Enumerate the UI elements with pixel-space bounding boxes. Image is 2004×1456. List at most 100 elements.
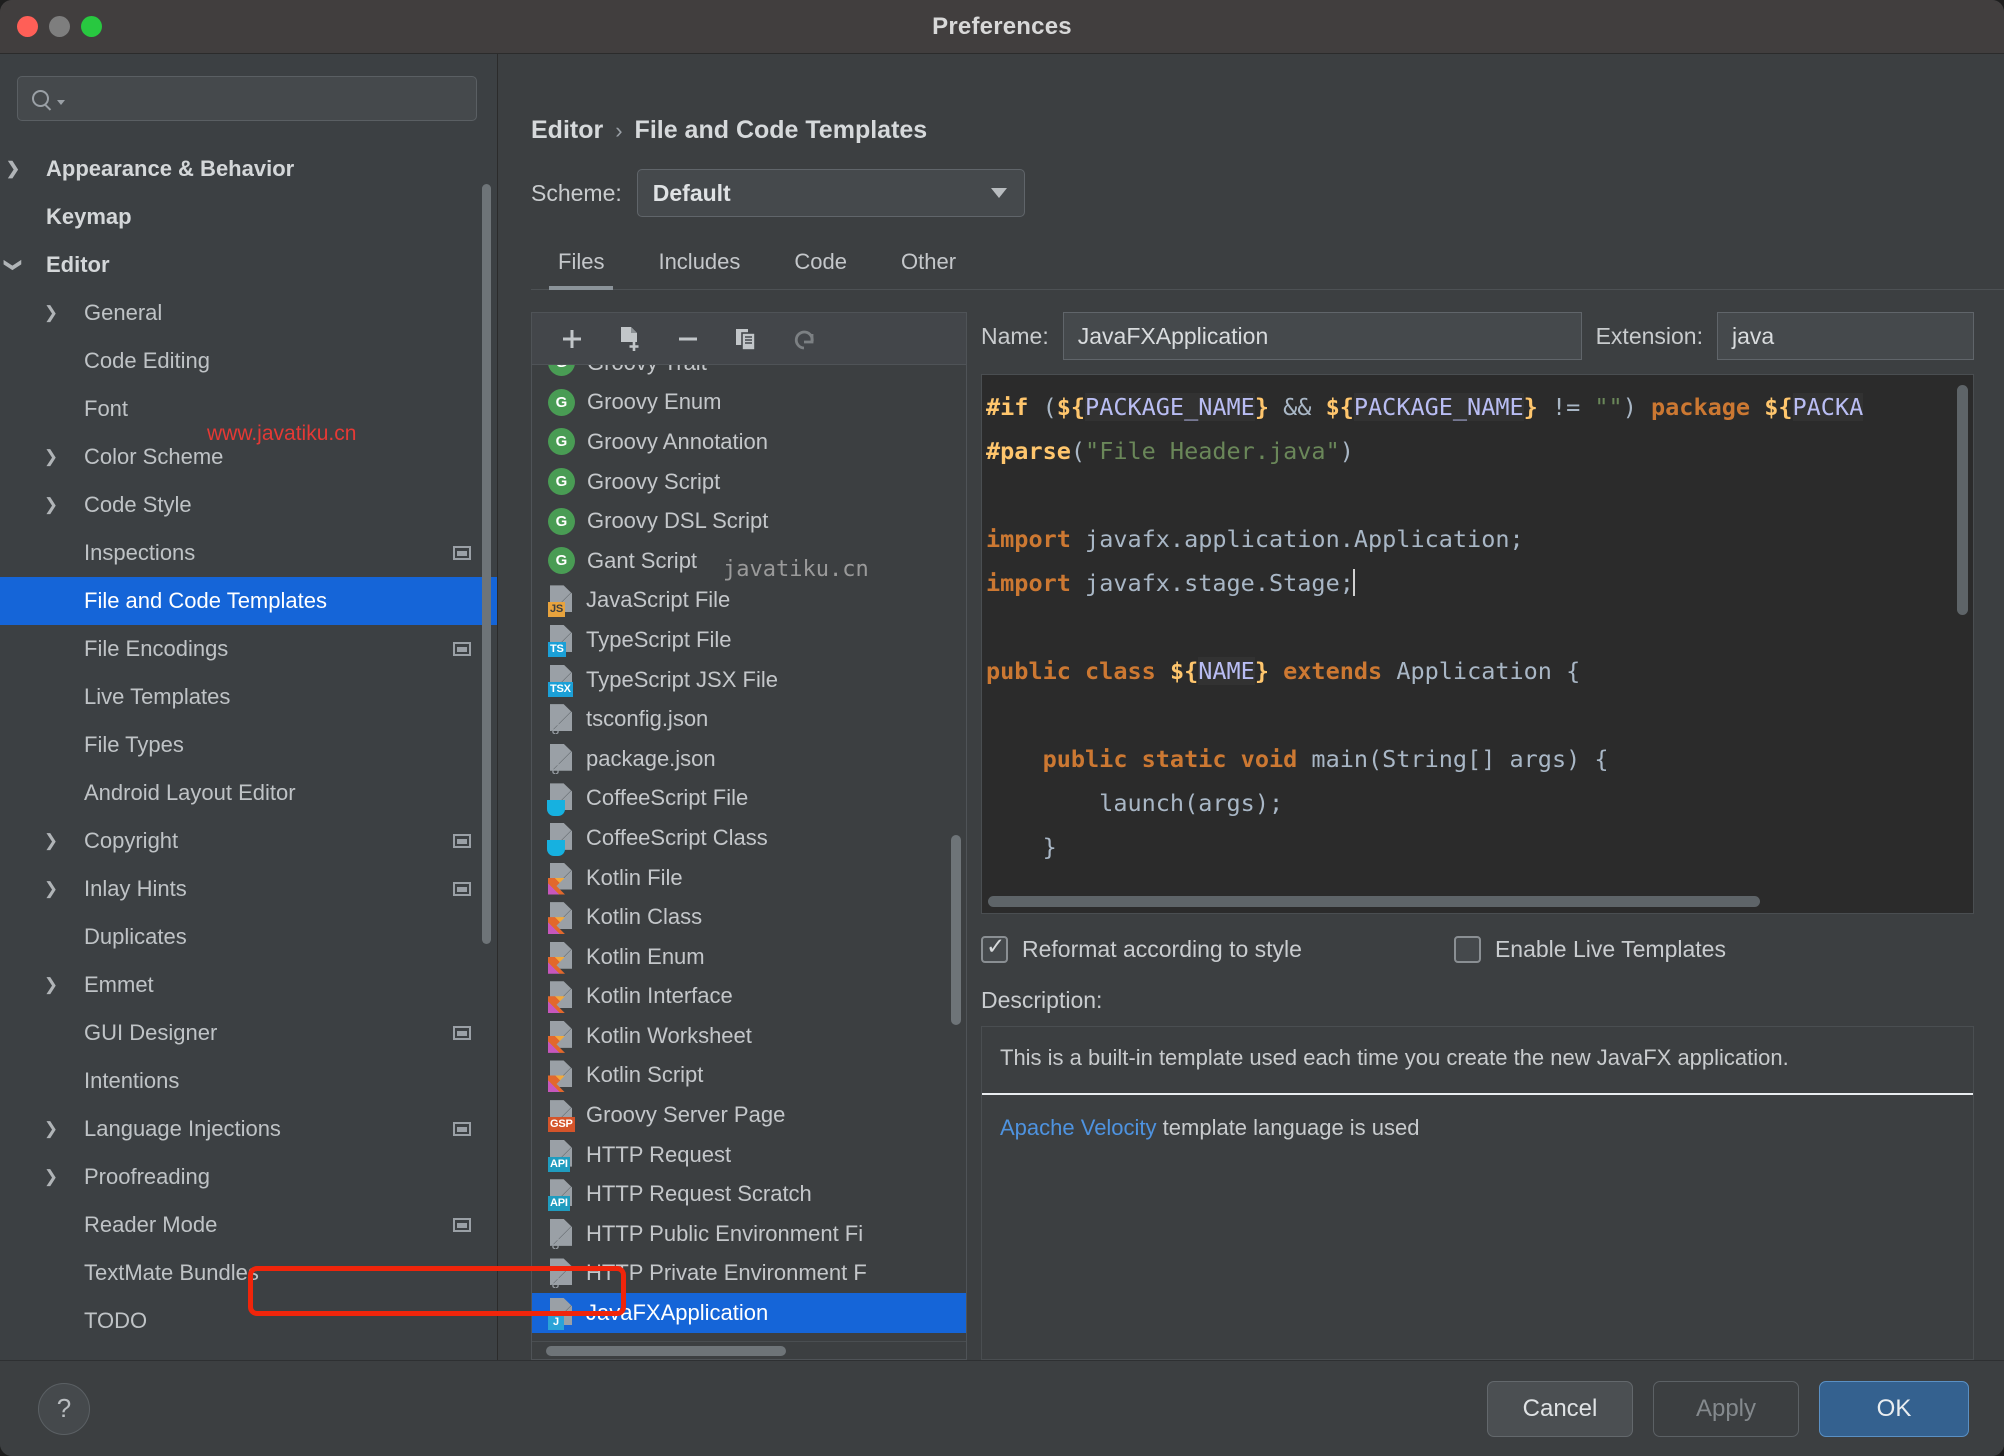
template-list-item[interactable]: API HTTP Request Scratch [532, 1174, 966, 1214]
ok-button[interactable]: OK [1819, 1380, 1969, 1437]
chevron-right-icon[interactable]: ❯ [40, 879, 62, 899]
sidebar-item-plugins[interactable]: Plugins [0, 1345, 497, 1360]
template-list-item[interactable]: Kotlin Class [532, 897, 966, 937]
sidebar-item-file-and-code-templates[interactable]: File and Code Templates [0, 577, 497, 625]
search-box[interactable] [17, 76, 477, 121]
chevron-right-icon[interactable]: ❯ [40, 831, 62, 851]
template-list-item[interactable]: JS JavaScript File [532, 581, 966, 621]
template-list-item[interactable]: Kotlin Script [532, 1056, 966, 1096]
template-list-item[interactable]: Kotlin Interface [532, 977, 966, 1017]
template-list-hscrollbar[interactable] [532, 1341, 966, 1359]
search-input[interactable] [71, 88, 476, 109]
sidebar-item-textmate-bundles[interactable]: TextMate Bundles [0, 1249, 497, 1297]
sidebar-item-proofreading[interactable]: ❯ Proofreading [0, 1153, 497, 1201]
close-window-button[interactable] [17, 16, 38, 37]
template-list-item[interactable]: GSP Groovy Server Page [532, 1095, 966, 1135]
sidebar-item-file-types[interactable]: File Types [0, 721, 497, 769]
sidebar-item-file-encodings[interactable]: File Encodings [0, 625, 497, 673]
editor-vscrollbar[interactable] [1957, 385, 1968, 615]
sidebar-item-code-editing[interactable]: Code Editing [0, 337, 497, 385]
description-box[interactable]: This is a built-in template used each ti… [981, 1026, 1974, 1360]
template-list[interactable]: G Groovy Trait G Groovy Enum G Groovy Annotat… [532, 365, 966, 1341]
sidebar-item-duplicates[interactable]: Duplicates [0, 913, 497, 961]
template-list-item[interactable]: G Groovy Trait [532, 365, 966, 383]
sidebar-item-color-scheme[interactable]: ❯ Color Scheme [0, 433, 497, 481]
chevron-right-icon[interactable]: ❯ [2, 159, 24, 179]
cancel-button[interactable]: Cancel [1487, 1380, 1633, 1437]
copy-icon[interactable] [720, 317, 772, 361]
reformat-checkbox-item[interactable]: Reformat according to style [981, 933, 1302, 963]
breadcrumb-parent[interactable]: Editor [531, 116, 603, 145]
live-templates-checkbox[interactable] [1453, 936, 1481, 963]
template-list-item[interactable]: {} tsconfig.json [532, 699, 966, 739]
sidebar-item-editor[interactable]: ❯ Editor [0, 241, 497, 289]
chevron-right-icon[interactable]: ❯ [40, 1119, 62, 1139]
template-list-item[interactable]: Kotlin Enum [532, 937, 966, 977]
sidebar-item-keymap[interactable]: Keymap [0, 193, 497, 241]
zoom-window-button[interactable] [81, 16, 102, 37]
template-list-item[interactable]: G Groovy Enum [532, 383, 966, 423]
add-icon[interactable] [546, 317, 598, 361]
sidebar-item-font[interactable]: Font [0, 385, 497, 433]
sidebar-item-intentions[interactable]: Intentions [0, 1057, 497, 1105]
template-list-item[interactable]: {} HTTP Public Environment Fi [532, 1214, 966, 1254]
template-extension-input[interactable]: java [1717, 312, 1974, 360]
tab-includes[interactable]: Includes [631, 241, 767, 289]
remove-icon[interactable] [662, 317, 714, 361]
scheme-select[interactable]: Default [636, 169, 1025, 217]
sidebar-item-language-injections[interactable]: ❯ Language Injections [0, 1105, 497, 1153]
apply-button[interactable]: Apply [1653, 1380, 1799, 1437]
chevron-right-icon[interactable]: ❯ [40, 1167, 62, 1187]
template-list-item[interactable]: Kotlin Worksheet [532, 1016, 966, 1056]
sidebar-item-emmet[interactable]: ❯ Emmet [0, 961, 497, 1009]
sidebar-item-inspections[interactable]: Inspections [0, 529, 497, 577]
minimize-window-button[interactable] [49, 16, 70, 37]
chevron-right-icon[interactable]: ❯ [40, 495, 62, 515]
template-code-text[interactable]: #if (${PACKAGE_NAME} && ${PACKAGE_NAME} … [982, 375, 1973, 869]
code-line: public static void main(String[] args) { [986, 737, 1973, 781]
sidebar-scrollbar[interactable] [482, 184, 491, 944]
template-list-item[interactable]: TS TypeScript File [532, 620, 966, 660]
template-list-item[interactable]: {} package.json [532, 739, 966, 779]
tab-other[interactable]: Other [874, 241, 983, 289]
chevron-down-icon[interactable]: ❯ [3, 254, 23, 276]
tab-code[interactable]: Code [767, 241, 874, 289]
template-list-toolbar[interactable] [531, 312, 967, 364]
live-templates-checkbox-item[interactable]: Enable Live Templates [1453, 936, 1726, 963]
create-from-file-icon[interactable] [604, 317, 656, 361]
template-list-item[interactable]: G Groovy Script [532, 462, 966, 502]
sidebar-item-reader-mode[interactable]: Reader Mode [0, 1201, 497, 1249]
template-list-item[interactable]: CoffeeScript File [532, 779, 966, 819]
sidebar-item-android-layout-editor[interactable]: Android Layout Editor [0, 769, 497, 817]
sidebar-item-todo[interactable]: TODO [0, 1297, 497, 1345]
sidebar-item-gui-designer[interactable]: GUI Designer [0, 1009, 497, 1057]
help-button[interactable]: ? [38, 1382, 90, 1435]
sidebar-item-appearance-behavior[interactable]: ❯ Appearance & Behavior [0, 145, 497, 193]
template-list-item[interactable]: {} HTTP Private Environment F [532, 1254, 966, 1294]
sidebar-item-live-templates[interactable]: Live Templates [0, 673, 497, 721]
template-list-item[interactable]: Kotlin File [532, 858, 966, 898]
template-list-item[interactable]: G Gant Script [532, 541, 966, 581]
template-list-item[interactable]: J JavaFXApplication [532, 1293, 966, 1333]
template-tabs[interactable]: Files Includes Code Other [531, 241, 2004, 290]
template-list-vscrollbar[interactable] [951, 835, 961, 1025]
reformat-checkbox[interactable] [981, 933, 1008, 963]
template-list-item[interactable]: G Groovy Annotation [532, 422, 966, 462]
chevron-right-icon[interactable]: ❯ [40, 303, 62, 323]
sidebar-item-code-style[interactable]: ❯ Code Style [0, 481, 497, 529]
sidebar-item-inlay-hints[interactable]: ❯ Inlay Hints [0, 865, 497, 913]
settings-tree[interactable]: ❯ Appearance & Behavior Keymap ❯ Editor ❯ Gene… [0, 135, 497, 1360]
template-list-item[interactable]: G Groovy DSL Script [532, 501, 966, 541]
template-list-item[interactable]: TSX TypeScript JSX File [532, 660, 966, 700]
chevron-right-icon[interactable]: ❯ [40, 975, 62, 995]
sidebar-item-copyright[interactable]: ❯ Copyright [0, 817, 497, 865]
apache-velocity-link[interactable]: Apache Velocity [1000, 1115, 1157, 1140]
sidebar-item-general[interactable]: ❯ General [0, 289, 497, 337]
template-list-item[interactable]: CoffeeScript Class [532, 818, 966, 858]
template-name-input[interactable]: JavaFXApplication [1062, 312, 1582, 360]
template-list-item[interactable]: API HTTP Request [532, 1135, 966, 1175]
tab-files[interactable]: Files [531, 241, 631, 290]
template-code-editor[interactable]: #if (${PACKAGE_NAME} && ${PACKAGE_NAME} … [981, 374, 1974, 914]
editor-hscrollbar[interactable] [988, 896, 1760, 907]
chevron-right-icon[interactable]: ❯ [40, 447, 62, 467]
